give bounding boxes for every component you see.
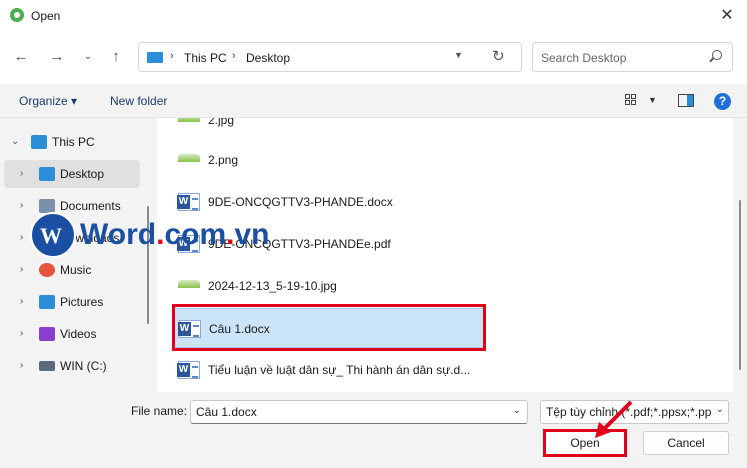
search-input[interactable]: Search Desktop: [532, 42, 733, 72]
desktop-icon: [39, 167, 55, 181]
file-name: 2024-12-13_5-19-10.jpg: [208, 279, 337, 293]
sidebar-item-pictures[interactable]: › Pictures: [0, 288, 140, 316]
back-button[interactable]: ←: [10, 46, 32, 68]
arrow-annotation-icon: [595, 400, 633, 438]
selection-highlight-annotation: [172, 304, 486, 351]
drive-icon: [39, 361, 55, 371]
sidebar-item-label: Documents: [60, 199, 121, 213]
refresh-button[interactable]: ↻: [492, 47, 505, 65]
view-options-icon[interactable]: [625, 94, 637, 106]
navigation-bar: ← → ⌄ ↑ › This PC › Desktop ▼ ↻ Search D…: [0, 32, 747, 84]
this-pc-icon: [147, 52, 163, 63]
documents-icon: [39, 199, 55, 213]
chevron-right-icon[interactable]: ›: [20, 296, 23, 307]
sidebar-item-label: Pictures: [60, 295, 104, 309]
videos-icon: [39, 327, 55, 341]
chevron-right-icon[interactable]: ›: [20, 264, 23, 275]
file-name: Tiểu luận về luật dân sự_ Thi hành án dâ…: [208, 363, 471, 377]
app-icon: [10, 8, 24, 22]
chevron-right-icon[interactable]: ›: [20, 328, 23, 339]
preview-pane-icon[interactable]: [678, 94, 694, 107]
watermark-logo: Word.com.vn: [30, 212, 270, 260]
sidebar-item-win-c[interactable]: › WIN (C:): [0, 352, 140, 380]
chevron-right-icon: ›: [232, 50, 236, 62]
new-folder-button[interactable]: New folder: [110, 94, 167, 108]
help-icon[interactable]: ?: [714, 93, 731, 110]
image-file-icon: [178, 280, 200, 288]
sidebar-item-music[interactable]: › Music: [0, 256, 140, 284]
chevron-right-icon: ›: [170, 50, 174, 62]
close-button[interactable]: ✕: [707, 0, 747, 32]
sidebar-item-desktop[interactable]: › Desktop: [4, 160, 140, 188]
word-document-icon: [177, 193, 200, 211]
monitor-icon: [31, 135, 47, 149]
list-item[interactable]: 2.jpg: [172, 118, 484, 140]
breadcrumb-desktop[interactable]: Desktop: [246, 51, 290, 65]
address-dropdown-icon[interactable]: ▼: [454, 50, 463, 60]
chevron-right-icon[interactable]: ›: [20, 200, 23, 211]
cancel-button[interactable]: Cancel: [643, 431, 729, 455]
image-file-icon: [178, 154, 200, 162]
file-name: 2.jpg: [208, 118, 235, 127]
search-placeholder: Search Desktop: [541, 51, 627, 65]
address-bar[interactable]: › This PC › Desktop ▼ ↻: [138, 42, 522, 72]
chevron-down-icon[interactable]: ⌄: [11, 136, 19, 147]
breadcrumb-this-pc[interactable]: This PC: [184, 51, 227, 65]
list-item[interactable]: 2.png: [172, 140, 484, 180]
sidebar-item-label: Videos: [60, 327, 97, 341]
word-logo-icon: [30, 212, 76, 258]
view-dropdown-icon[interactable]: ▼: [648, 95, 657, 105]
sidebar-item-label: Music: [60, 263, 92, 277]
title-bar: Open ✕: [0, 0, 747, 32]
file-name-label: File name:: [131, 404, 188, 418]
image-file-icon: [178, 118, 200, 122]
organize-button[interactable]: Organize ▾: [19, 94, 77, 108]
recent-locations-button[interactable]: ⌄: [77, 46, 99, 68]
sidebar-item-videos[interactable]: › Videos: [0, 320, 140, 348]
sidebar-item-label: Desktop: [60, 167, 105, 181]
window-title: Open: [31, 9, 61, 23]
up-button[interactable]: ↑: [105, 46, 127, 68]
command-bar: Organize ▾ New folder ▼ ?: [0, 84, 747, 118]
sidebar-item-this-pc[interactable]: ⌄ This PC: [0, 128, 140, 156]
sidebar-item-label: WIN (C:): [60, 359, 107, 373]
file-list-scrollbar[interactable]: [739, 200, 741, 370]
watermark-text: Word.com.vn: [80, 218, 270, 251]
music-icon: [39, 263, 55, 277]
chevron-down-icon[interactable]: ⌄: [513, 405, 521, 416]
search-icon[interactable]: [712, 50, 722, 60]
word-document-icon: [177, 361, 200, 379]
file-name-input[interactable]: Câu 1.docx ⌄: [190, 400, 528, 424]
list-item[interactable]: 2024-12-13_5-19-10.jpg: [172, 266, 484, 306]
chevron-right-icon[interactable]: ›: [20, 232, 23, 243]
chevron-down-icon[interactable]: ⌄: [713, 404, 724, 415]
list-item[interactable]: Tiểu luận về luật dân sự_ Thi hành án dâ…: [172, 350, 484, 390]
forward-button[interactable]: →: [46, 46, 68, 68]
file-name-value: Câu 1.docx: [196, 405, 257, 419]
chevron-right-icon[interactable]: ›: [20, 168, 23, 179]
file-name: 2.png: [208, 153, 239, 167]
chevron-right-icon[interactable]: ›: [20, 360, 23, 371]
file-name: 9DE-ONCQGTTV3-PHANDE.docx: [208, 195, 393, 209]
pictures-icon: [39, 295, 55, 309]
sidebar-item-label: This PC: [52, 135, 95, 149]
